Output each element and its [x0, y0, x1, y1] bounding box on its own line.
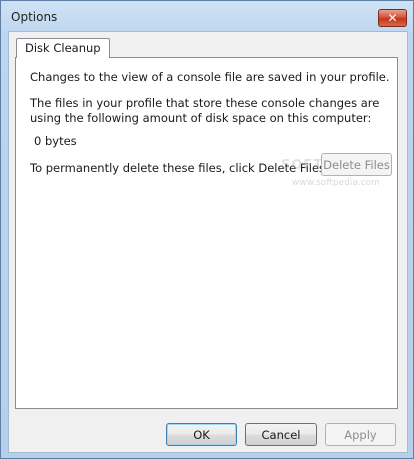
tab-panel-disk-cleanup: Changes to the view of a console file ar… — [15, 57, 398, 409]
close-icon: ✕ — [387, 11, 398, 25]
window-title: Options — [11, 10, 58, 24]
close-button[interactable]: ✕ — [378, 9, 407, 27]
delete-files-button[interactable]: Delete Files — [321, 153, 392, 176]
disk-usage-value: 0 bytes — [34, 134, 77, 148]
description-text: The files in your profile that store the… — [30, 96, 380, 125]
options-dialog: Options ✕ Disk Cleanup Changes to the vi… — [0, 0, 414, 459]
ok-button[interactable]: OK — [166, 423, 237, 446]
title-bar[interactable]: Options ✕ — [1, 1, 413, 33]
dialog-body: Disk Cleanup Changes to the view of a co… — [8, 31, 408, 453]
cancel-button[interactable]: Cancel — [245, 423, 317, 446]
tab-disk-cleanup[interactable]: Disk Cleanup — [16, 38, 110, 58]
watermark-url: www.softpedia.com — [292, 178, 380, 188]
intro-text: Changes to the view of a console file ar… — [30, 70, 390, 84]
apply-button[interactable]: Apply — [325, 423, 396, 446]
